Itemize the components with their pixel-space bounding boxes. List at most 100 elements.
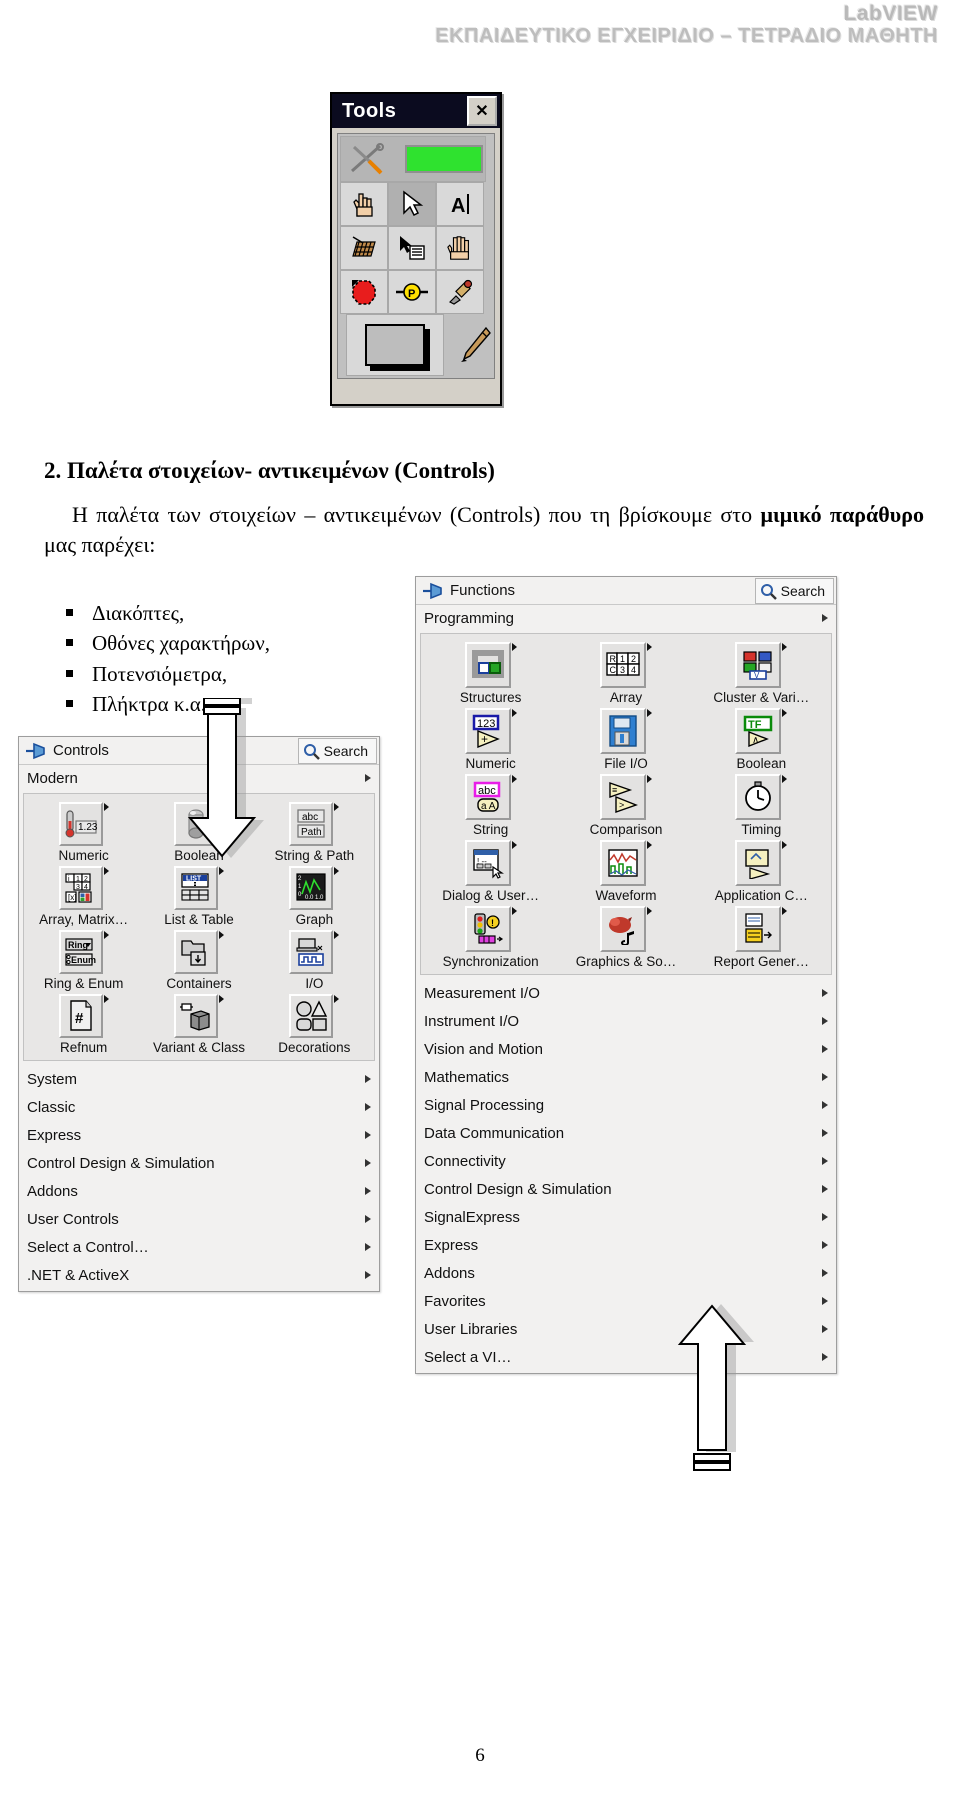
palette-item-label: Synchronization [442,954,539,969]
pin-icon[interactable] [25,742,47,760]
palette-item-variant-class[interactable]: Variant & Class [141,992,256,1056]
palette-item-ring-enum[interactable]: Ring Enum Ring & Enum [26,928,141,992]
synchronization-semaphore-icon: ! [464,906,511,952]
controls-search-label: Search [323,743,368,759]
chevron-right-icon [218,803,224,811]
palette-item-label: Numeric [465,756,516,771]
palette-item-file-io[interactable]: File I/O [558,706,693,772]
palette-item-timing[interactable]: Timing [694,772,829,838]
tools-grid: A P [337,133,495,379]
palette-item-cluster[interactable]: V Cluster & Vari… [694,640,829,706]
dialog-user-interface-icon: ! -- [464,840,511,886]
palette-item-label: Timing [741,822,782,837]
menu-item-addons[interactable]: Addons [416,1259,836,1287]
controls-palette-window[interactable]: Controls Search Modern 1.23 Numeric Bool… [18,736,380,1292]
menu-item-signal-processing[interactable]: Signal Processing [416,1091,836,1119]
color-swatch-icon[interactable] [346,314,444,376]
automatic-tool-selection-icon[interactable] [340,136,486,182]
controls-subcategory-row[interactable]: Modern [19,765,379,791]
menu-item-favorites[interactable]: Favorites [416,1287,836,1315]
palette-item-string-path[interactable]: abc Path String & Path [257,800,372,864]
svg-text:Enum: Enum [71,955,96,965]
palette-item-dialog-user[interactable]: ! -- Dialog & User… [423,838,558,904]
menu-item-express[interactable]: Express [416,1231,836,1259]
menu-item-user-controls[interactable]: User Controls [19,1205,379,1233]
palette-item-comparison[interactable]: ≡ > Comparison [558,772,693,838]
palette-item-decorations[interactable]: Decorations [257,992,372,1056]
palette-item-boolean[interactable]: TF ∧ Boolean [694,706,829,772]
svg-text:∧: ∧ [752,735,759,746]
chevron-right-icon [822,1045,828,1053]
set-clear-breakpoint-icon[interactable] [388,226,436,270]
breakpoint-stop-icon[interactable] [340,270,388,314]
menu-item-connectivity[interactable]: Connectivity [416,1147,836,1175]
palette-item-graph[interactable]: 210 0.0 1.0 Graph [257,864,372,928]
search-icon [760,583,777,600]
probe-data-icon[interactable]: P [388,270,436,314]
menu-item-label: Instrument I/O [424,1012,520,1030]
controls-subcategory-label: Modern [27,769,78,787]
menu-item-express[interactable]: Express [19,1121,379,1149]
menu-item-select-a-vi[interactable]: Select a VI… [416,1343,836,1371]
menu-item-system[interactable]: System [19,1065,379,1093]
pin-icon[interactable] [422,582,444,600]
menu-item-addons[interactable]: Addons [19,1177,379,1205]
chevron-right-icon [822,1157,828,1165]
svg-text:2: 2 [84,876,88,883]
menu-item-classic[interactable]: Classic [19,1093,379,1121]
functions-palette-window[interactable]: Functions Search Programming Structures … [415,576,837,1374]
edit-text-icon[interactable]: A [436,182,484,226]
palette-item-application-control[interactable]: Application C… [694,838,829,904]
menu-item-vision-and-motion[interactable]: Vision and Motion [416,1035,836,1063]
palette-item-label: String [473,822,509,837]
menu-item-measurement-io[interactable]: Measurement I/O [416,979,836,1007]
palette-item-refnum[interactable]: # Refnum [26,992,141,1056]
menu-item-mathematics[interactable]: Mathematics [416,1063,836,1091]
palette-item-report-generation[interactable]: Report Gener… [694,904,829,970]
menu-item-label: Favorites [424,1292,486,1310]
menu-item-control-design-simulation[interactable]: Control Design & Simulation [416,1175,836,1203]
palette-item-numeric[interactable]: 123 + Numeric [423,706,558,772]
list-item: Οθόνες χαρακτήρων, [58,628,458,658]
close-icon[interactable]: ✕ [467,96,497,126]
scroll-window-hand-icon[interactable] [436,226,484,270]
numeric-add-icon: 123 + [464,708,511,754]
menu-item-net-activex[interactable]: .NET & ActiveX [19,1261,379,1289]
controls-search-button[interactable]: Search [297,738,377,764]
chevron-right-icon [218,867,224,875]
menu-item-label: Control Design & Simulation [424,1180,612,1198]
get-color-dropper-icon[interactable] [436,270,484,314]
indicator-preview-icon [405,145,483,173]
palette-item-structures[interactable]: Structures [423,640,558,706]
palette-item-waveform[interactable]: Waveform [558,838,693,904]
chevron-right-icon [646,775,652,783]
chevron-right-icon [822,1185,828,1193]
palette-item-string[interactable]: abc a A String [423,772,558,838]
menu-item-data-communication[interactable]: Data Communication [416,1119,836,1147]
menu-item-control-design-simulation[interactable]: Control Design & Simulation [19,1149,379,1177]
palette-item-array-matrix[interactable]: i12 34 [x] Array, Matrix… [26,864,141,928]
connect-wire-spool-icon[interactable] [340,226,388,270]
position-size-select-arrow-icon[interactable] [388,182,436,226]
palette-item-containers[interactable]: Containers [141,928,256,992]
functions-subcategory-row[interactable]: Programming [416,605,836,631]
functions-search-button[interactable]: Search [754,578,834,604]
palette-item-list-table[interactable]: LIST List & Table [141,864,256,928]
chevron-right-icon [822,1353,828,1361]
palette-item-boolean[interactable]: Boolean [141,800,256,864]
menu-item-signalexpress[interactable]: SignalExpress [416,1203,836,1231]
palette-item-io[interactable]: I/O [257,928,372,992]
menu-item-instrument-io[interactable]: Instrument I/O [416,1007,836,1035]
operate-value-hand-icon[interactable] [340,182,388,226]
tools-palette-window[interactable]: Tools ✕ A P [330,92,502,406]
page-number: 6 [475,1745,485,1766]
menu-item-select-a-control[interactable]: Select a Control… [19,1233,379,1261]
palette-item-graphics-sound[interactable]: Graphics & So… [558,904,693,970]
set-color-paintbrush-icon[interactable] [458,316,492,374]
menu-item-user-libraries[interactable]: User Libraries [416,1315,836,1343]
palette-item-array[interactable]: R12 C34 Array [558,640,693,706]
chevron-right-icon [334,995,340,1003]
palette-item-synchronization[interactable]: ! Synchronization [423,904,558,970]
palette-item-numeric[interactable]: 1.23 Numeric [26,800,141,864]
search-icon [303,743,320,760]
